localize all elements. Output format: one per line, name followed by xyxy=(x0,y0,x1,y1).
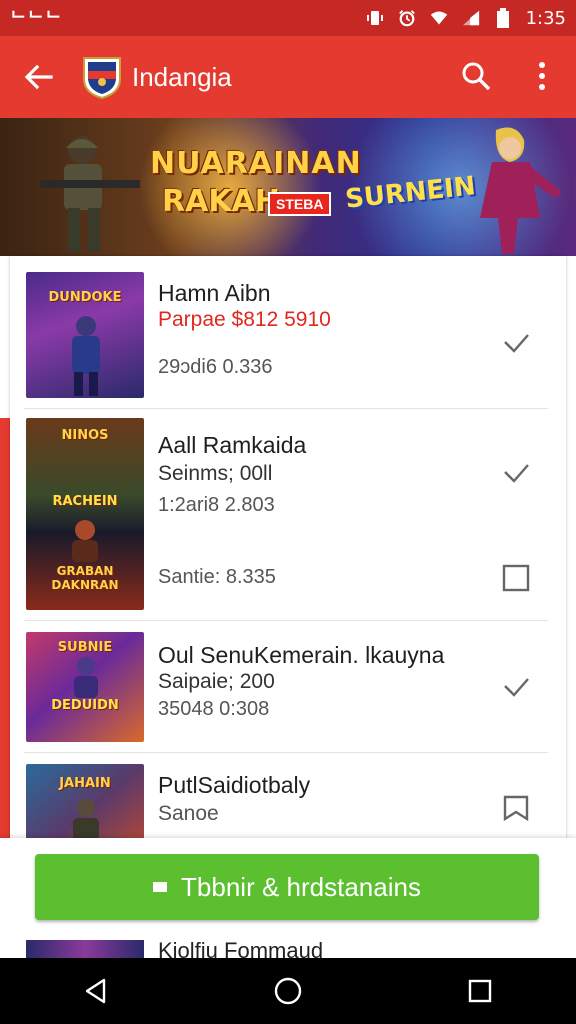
back-arrow-icon xyxy=(24,64,53,90)
item-meta: 1:2ari8 2.803 xyxy=(158,494,275,516)
thumbnail-text: DUNDOKE xyxy=(48,290,122,305)
item-check[interactable] xyxy=(500,670,532,702)
nav-recents-button[interactable] xyxy=(440,961,520,1021)
item-thumbnail: SUBNIE DEDUIDN xyxy=(26,632,144,742)
item-meta: Sanoe xyxy=(158,802,219,825)
thumbnail-text: RACHEIN xyxy=(52,494,118,509)
status-icons: 1:35 xyxy=(366,8,566,29)
vibrate-icon xyxy=(366,9,384,27)
item-meta: Santie: 8.335 xyxy=(158,566,276,588)
flag-icon xyxy=(153,882,168,892)
app-logo xyxy=(82,55,122,100)
back-button[interactable] xyxy=(6,45,70,109)
status-time: 1:35 xyxy=(525,7,566,29)
list-item-peek[interactable]: Kiolfiu Fommaud xyxy=(0,938,576,958)
item-subtitle: Saipaie; 200 xyxy=(158,670,275,693)
item-check[interactable] xyxy=(500,456,532,488)
thumbnail-text: SUBNIE xyxy=(57,640,113,655)
bookmark-icon xyxy=(503,795,529,822)
overflow-menu-icon xyxy=(539,62,545,90)
item-title: Kiolfiu Fommaud xyxy=(158,938,324,958)
item-thumbnail: DUNDOKE xyxy=(26,272,144,398)
checkbox-empty-icon xyxy=(502,564,530,592)
status-left-text: ᄂᄂᄂ xyxy=(10,9,63,30)
nav-home-button[interactable] xyxy=(248,961,328,1021)
app-bar: Indangia xyxy=(0,36,576,118)
nav-home-icon xyxy=(274,977,302,1005)
item-subtitle: Seinms; 00ll xyxy=(158,462,273,485)
item-meta: 35048 0:308 xyxy=(158,698,270,720)
nav-back-icon xyxy=(85,978,106,1004)
item-title: Oul SenuKemerain. lkauyna xyxy=(158,642,445,668)
banner-tag: STEBA xyxy=(268,192,332,216)
check-icon xyxy=(504,464,529,483)
item-check[interactable] xyxy=(500,326,532,358)
banner-title-line1: NUARAINAN xyxy=(150,146,362,181)
thumbnail-text: NINOS xyxy=(61,428,109,443)
battery-icon xyxy=(494,8,512,28)
item-meta: 29ɔdi6 0.336 xyxy=(158,356,273,378)
primary-action-label: Tbbnir & hrdstanains xyxy=(181,871,421,902)
item-bookmark[interactable] xyxy=(500,792,532,824)
item-title: Aall Ramkaida xyxy=(158,432,307,458)
nav-recents-icon xyxy=(468,979,492,1003)
status-bar: ᄂᄂᄂ 1:35 xyxy=(0,0,576,36)
check-icon xyxy=(504,334,529,353)
alarm-icon xyxy=(398,9,416,27)
item-title: Hamn Aibn xyxy=(158,280,271,306)
item-checkbox[interactable] xyxy=(500,562,532,594)
system-navigation-bar xyxy=(0,958,576,1024)
item-title: PutlSaidiotbaly xyxy=(158,772,311,798)
signal-icon xyxy=(462,9,480,27)
wifi-icon xyxy=(430,9,448,27)
search-button[interactable] xyxy=(452,46,500,106)
app-bar-actions xyxy=(452,46,566,106)
search-icon xyxy=(462,62,491,91)
bottom-action-bar: Tbbnir & hrdstanains xyxy=(0,838,576,938)
list-item[interactable]: NINOS RACHEIN GRABAN DAKNRAN Aall Ramkai… xyxy=(24,408,548,621)
item-thumbnail xyxy=(26,940,144,958)
item-price: Parpae $812 5910 xyxy=(158,308,331,331)
primary-action-button[interactable]: Tbbnir & hrdstanains xyxy=(35,854,539,920)
nav-back-button[interactable] xyxy=(56,961,136,1021)
banner-title-line2: RAKAH xyxy=(162,184,280,219)
item-thumbnail: NINOS RACHEIN GRABAN DAKNRAN xyxy=(26,418,144,610)
hero-illustration xyxy=(480,127,562,254)
check-icon xyxy=(504,678,529,697)
promo-banner[interactable]: NUARAINAN RAKAH STEBA SURNEIN xyxy=(0,118,576,256)
thumbnail-text: JAHAIN xyxy=(59,776,111,791)
list-item[interactable]: DUNDOKE Hamn Aibn Parpae $812 5910 29ɔdi… xyxy=(24,256,548,409)
thumbnail-text: GRABAN DAKNRAN xyxy=(51,564,119,592)
app-title: Indangia xyxy=(132,61,232,92)
thumbnail-text: DEDUIDN xyxy=(51,698,119,713)
soldier-illustration xyxy=(40,136,140,252)
overflow-menu-button[interactable] xyxy=(518,46,566,106)
list-item[interactable]: SUBNIE DEDUIDN Oul SenuKemerain. lkauyna… xyxy=(24,620,548,753)
